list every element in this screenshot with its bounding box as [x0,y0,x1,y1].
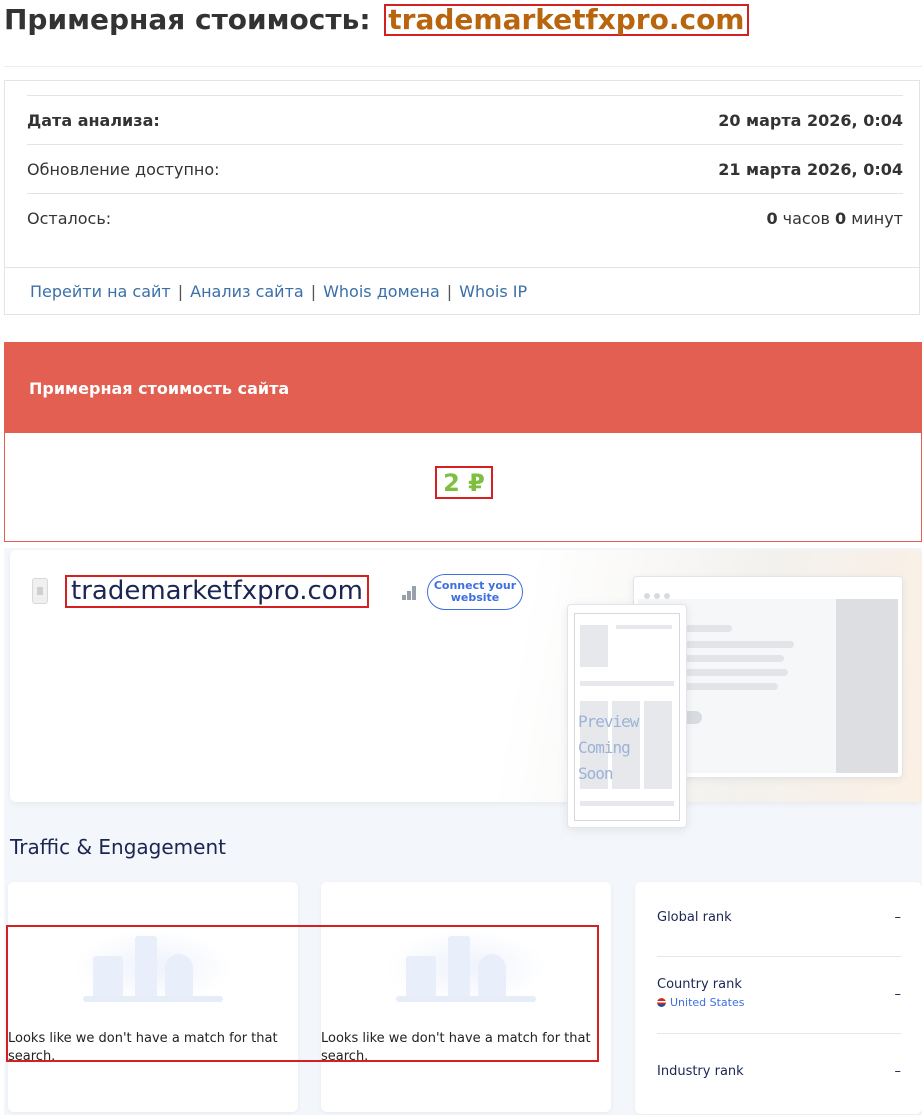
link-ip-whois[interactable]: Whois IP [459,282,527,301]
site-domain: trademarketfxpro.com [65,575,369,608]
signal-bars-icon [402,586,418,600]
divider [657,1033,901,1034]
update-available-value: 21 марта 2026, 0:04 [718,159,903,179]
analysis-date-value: 20 марта 2026, 0:04 [718,110,903,130]
update-available-row: Обновление доступно: 21 марта 2026, 0:04 [27,144,903,193]
valuation-header: Примерная стоимость сайта [5,343,921,433]
page-title-prefix: Примерная стоимость: [4,3,371,36]
industry-rank-label: Industry rank [657,1064,744,1079]
traffic-engagement-title: Traffic & Engagement [10,835,226,859]
highlight-box [6,925,599,1062]
country-selector[interactable]: United States [657,996,901,1009]
links-bar: Перейти на сайт | Анализ сайта | Whois д… [5,267,919,315]
global-rank-value: – [894,910,902,925]
minutes-unit: минут [851,208,903,228]
divider [4,66,922,67]
valuation-card: Примерная стоимость сайта 2 ₽ [4,342,922,542]
analysis-date-row: Дата анализа: 20 марта 2026, 0:04 [27,95,903,144]
preview-coming-soon-text: Preview Coming Soon [578,712,639,783]
page-title: Примерная стоимость: trademarketfxpro.co… [4,0,749,40]
title-domain: trademarketfxpro.com [384,4,749,36]
update-available-label: Обновление доступно: [27,159,220,179]
hours-unit: часов [782,208,830,228]
analysis-info-card: Дата анализа: 20 марта 2026, 0:04 Обновл… [4,80,920,315]
link-domain-whois[interactable]: Whois домена [323,282,440,301]
time-left-value: 0 часов 0 минут [766,209,903,228]
link-separator: | [177,282,184,301]
global-rank-row: Global rank – [657,910,901,925]
divider [657,956,901,957]
link-separator: | [446,282,453,301]
valuation-amount: 2 ₽ [435,466,493,499]
link-separator: | [310,282,317,301]
us-flag-icon [657,998,666,1007]
minutes-value: 0 [835,208,847,228]
rank-card: Global rank – Country rank – United Stat… [635,882,922,1114]
hours-value: 0 [766,208,778,228]
mobile-preview-placeholder: Preview Coming Soon [567,604,687,828]
country-name: United States [670,996,745,1009]
connect-website-button[interactable]: Connect your website [427,574,523,610]
similarweb-widget: trademarketfxpro.com Connect your websit… [4,548,922,1115]
favicon-icon [32,578,48,604]
time-left-row: Осталось: 0 часов 0 минут [27,193,903,242]
link-go-to-site[interactable]: Перейти на сайт [30,282,171,301]
country-rank-label: Country rank [657,977,742,992]
country-rank-value: – [894,987,902,1002]
industry-rank-value: – [894,1064,902,1079]
industry-rank-row: Industry rank – [657,1064,901,1079]
country-rank-row: Country rank – United States [657,977,901,1009]
global-rank-label: Global rank [657,910,732,925]
site-hero: trademarketfxpro.com Connect your websit… [10,550,922,828]
time-left-label: Осталось: [27,208,112,228]
link-site-analysis[interactable]: Анализ сайта [190,282,304,301]
analysis-date-label: Дата анализа: [27,110,160,130]
